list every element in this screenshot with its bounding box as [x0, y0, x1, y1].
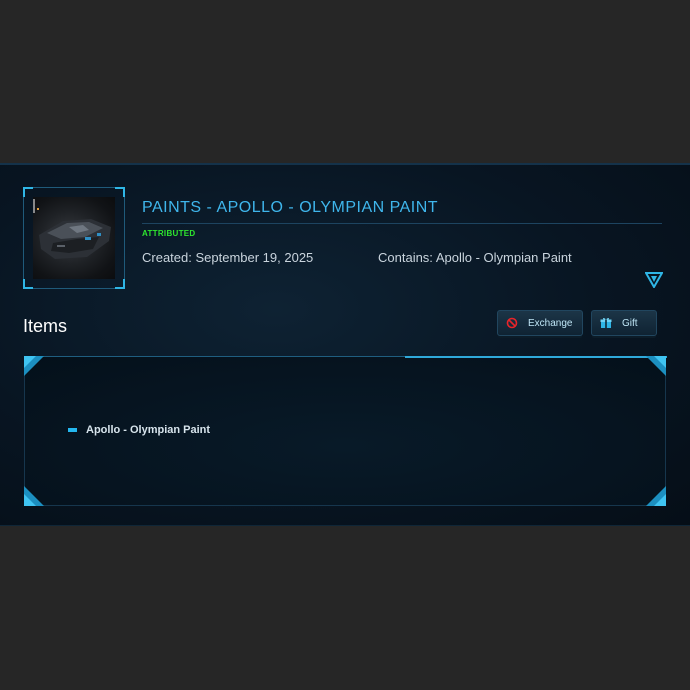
gift-button[interactable]: Gift	[591, 310, 657, 336]
bullet-icon	[68, 428, 77, 432]
item-label: Apollo - Olympian Paint	[86, 424, 211, 436]
list-item: Apollo - Olympian Paint	[68, 424, 210, 436]
corner-decoration-icon	[646, 356, 666, 376]
thumbnail-frame[interactable]	[23, 187, 125, 289]
ship-paint-image	[33, 197, 115, 279]
expand-toggle-icon[interactable]	[644, 272, 664, 290]
gift-button-label: Gift	[622, 317, 638, 329]
corner-decoration-icon	[24, 356, 44, 376]
product-title: PAINTS - APOLLO - OLYMPIAN PAINT	[142, 199, 662, 224]
gift-icon	[600, 317, 612, 329]
items-heading: Items	[23, 316, 68, 336]
corner-decoration-icon	[646, 486, 666, 506]
status-badge: ATTRIBUTED	[142, 229, 196, 238]
exchange-button[interactable]: Exchange	[497, 310, 583, 336]
exchange-button-label: Exchange	[528, 317, 573, 329]
exchange-icon	[506, 317, 518, 329]
contains-text: Contains: Apollo - Olympian Paint	[378, 250, 572, 265]
corner-decoration-icon	[24, 486, 44, 506]
created-date: Created: September 19, 2025	[142, 250, 314, 265]
